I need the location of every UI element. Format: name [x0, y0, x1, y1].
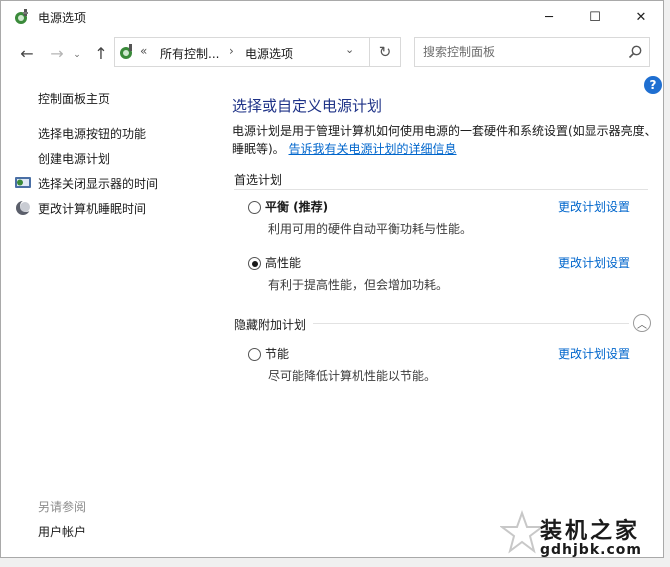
power-saver-plan-radio[interactable]: [248, 348, 261, 361]
sidebar-control-panel-home[interactable]: 控制面板主页: [38, 90, 110, 107]
power-saver-plan-name[interactable]: 节能: [265, 345, 289, 362]
high-performance-plan-radio[interactable]: [248, 257, 261, 270]
breadcrumb-power-options[interactable]: 电源选项: [245, 45, 293, 62]
maximize-button[interactable]: ☐: [572, 1, 618, 33]
sidebar-item-display-off-time[interactable]: 选择关闭显示器的时间: [38, 175, 158, 192]
balanced-plan-name[interactable]: 平衡 (推荐): [265, 198, 328, 215]
preferred-plans-divider: [234, 189, 648, 190]
learn-more-link[interactable]: 告诉我有关电源计划的详细信息: [289, 142, 457, 156]
address-dropdown-chevron-icon[interactable]: ⌄: [345, 43, 354, 56]
breadcrumb-separator-icon[interactable]: ›: [229, 44, 234, 58]
hidden-plans-divider: [313, 323, 629, 324]
breadcrumb-all-control-panel[interactable]: 所有控制...: [160, 45, 219, 62]
search-box[interactable]: [414, 37, 650, 67]
forward-arrow-icon[interactable]: →: [46, 42, 68, 64]
hidden-plans-heading[interactable]: 隐藏附加计划: [234, 316, 306, 333]
sleep-moon-icon: [16, 200, 32, 215]
sidebar-item-create-plan[interactable]: 创建电源计划: [38, 150, 110, 167]
page-description: 电源计划是用于管理计算机如何使用电源的一套硬件和系统设置(如显示器亮度、睡眠等)…: [232, 122, 662, 158]
preferred-plans-heading: 首选计划: [234, 173, 283, 187]
sidebar-item-sleep-time[interactable]: 更改计算机睡眠时间: [38, 200, 146, 217]
collapse-chevron-up-icon[interactable]: ︿: [633, 314, 651, 332]
power-options-window: 电源选项 ─ ☐ ✕ ← → ⌄ ↑ « 所有控制... › 电源选项 ⌄ ↻ …: [0, 0, 664, 558]
search-icon[interactable]: [627, 44, 643, 60]
page-title: 选择或自定义电源计划: [232, 97, 383, 115]
watermark-name: 装机之家: [540, 519, 641, 544]
back-arrow-icon[interactable]: ←: [16, 42, 38, 64]
see-also-heading: 另请参阅: [38, 500, 87, 514]
window-title: 电源选项: [38, 11, 87, 25]
help-icon[interactable]: ?: [644, 76, 662, 94]
title-bar[interactable]: 电源选项 ─ ☐ ✕: [1, 1, 663, 33]
close-button[interactable]: ✕: [618, 1, 664, 33]
high-performance-change-settings-link[interactable]: 更改计划设置: [558, 254, 630, 271]
search-input[interactable]: [423, 44, 613, 60]
user-accounts-link[interactable]: 用户帐户: [38, 523, 86, 540]
up-arrow-icon[interactable]: ↑: [90, 42, 112, 64]
control-panel-icon: [120, 44, 132, 59]
high-performance-plan-name[interactable]: 高性能: [265, 254, 301, 271]
power-options-icon: [15, 9, 28, 24]
balanced-change-settings-link[interactable]: 更改计划设置: [558, 198, 630, 215]
watermark-star-icon: [500, 510, 544, 554]
high-performance-plan-desc: 有利于提高性能，但会增加功耗。: [268, 278, 449, 292]
minimize-button[interactable]: ─: [526, 1, 572, 33]
balanced-plan-radio[interactable]: [248, 201, 261, 214]
breadcrumb-overflow-icon[interactable]: «: [140, 44, 147, 58]
power-saver-plan-desc: 尽可能降低计算机性能以节能。: [268, 369, 437, 383]
recent-locations-chevron-icon[interactable]: ⌄: [71, 44, 83, 66]
refresh-icon[interactable]: ↻: [369, 37, 401, 67]
balanced-plan-desc: 利用可用的硬件自动平衡功耗与性能。: [268, 222, 473, 236]
power-saver-change-settings-link[interactable]: 更改计划设置: [558, 345, 630, 362]
monitor-schedule-icon: [15, 177, 31, 188]
address-bar[interactable]: « 所有控制... › 电源选项 ⌄: [114, 37, 370, 67]
watermark-domain: gdhjbk.com: [540, 542, 642, 558]
sidebar-item-power-button[interactable]: 选择电源按钮的功能: [38, 125, 146, 142]
